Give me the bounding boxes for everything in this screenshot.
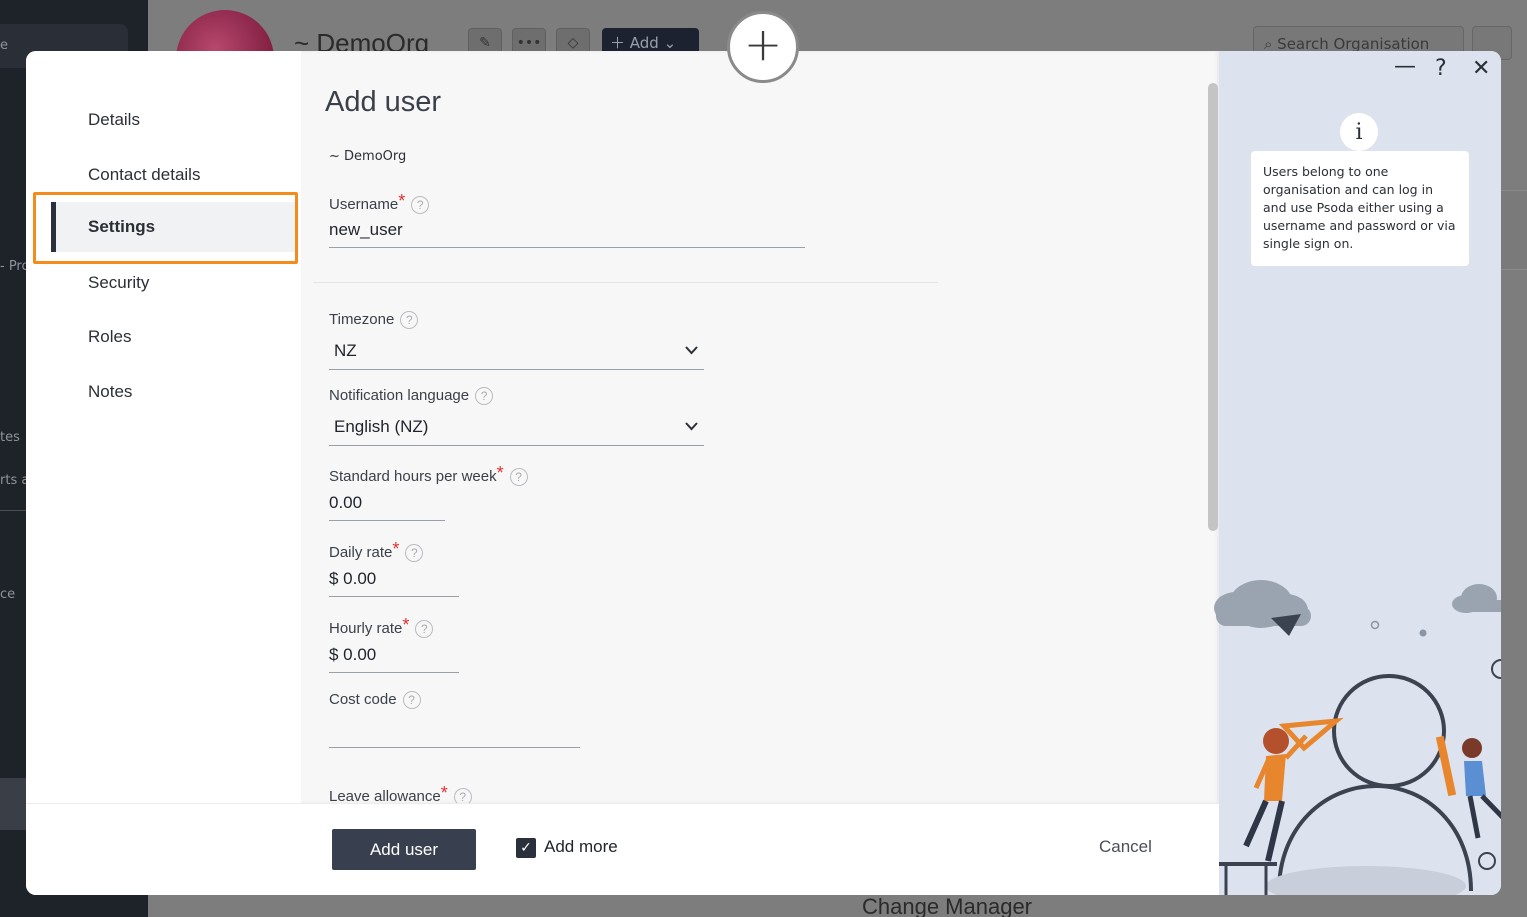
notification-language-label: Notification language? [329,387,494,405]
form-content [301,51,1219,803]
add-user-modal: Details Contact details Settings Securit… [26,51,1501,895]
nav-item-security[interactable]: Security [88,273,149,293]
daily-rate-label: Daily rate*? [329,539,424,562]
cost-code-label: Cost code? [329,691,421,709]
help-button[interactable]: ? [1435,56,1447,81]
nav-item-settings[interactable]: Settings [51,202,295,252]
hourly-rate-input[interactable]: $ 0.00 [329,645,376,665]
notification-language-underline [329,445,704,446]
hourly-rate-underline [329,672,459,673]
close-icon[interactable]: ✕ [1472,56,1490,81]
standard-hours-input[interactable]: 0.00 [329,493,362,513]
chevron-down-icon [685,422,698,431]
daily-rate-input[interactable]: $ 0.00 [329,569,376,589]
page-title: Add user [325,86,442,118]
hourly-rate-label: Hourly rate*? [329,615,434,638]
background-sidebar-text: tes [0,430,20,445]
background-sidebar-text: ce [0,587,16,602]
section-divider [313,282,938,283]
team-illustration [1214,580,1501,895]
timezone-select[interactable]: NZ [334,341,357,361]
minimize-icon[interactable]: — [1394,54,1416,79]
content-scrollbar[interactable] [1208,83,1218,531]
add-user-button[interactable]: Add user [332,829,476,870]
help-icon[interactable]: ? [411,196,430,214]
background-sidebar-text: rts a [0,473,30,488]
timezone-label: Timezone? [329,311,419,329]
info-tip: Users belong to one organisation and can… [1251,151,1469,266]
nav-item-roles[interactable]: Roles [88,327,131,347]
add-more-checkbox[interactable]: ✓ [516,838,536,858]
modal-nav: Details Contact details Settings Securit… [26,51,301,803]
timezone-underline [329,369,704,370]
help-icon[interactable]: ? [509,468,528,486]
help-icon[interactable]: ? [415,620,434,638]
cancel-button[interactable]: Cancel [1099,837,1152,857]
org-name: ~ DemoOrg [329,149,407,164]
nav-item-settings-label: Settings [88,217,156,236]
required-mark: * [496,463,504,483]
required-mark: * [402,615,410,635]
notification-language-select[interactable]: English (NZ) [334,417,428,437]
required-mark: * [398,191,406,211]
username-input[interactable]: new_user [329,220,403,240]
username-label: Username*? [329,191,430,214]
required-mark: * [440,783,448,803]
info-icon: i [1340,113,1378,151]
modal-footer [26,803,1219,895]
nav-item-details[interactable]: Details [88,110,140,130]
help-icon[interactable]: ? [402,691,421,709]
add-circle-icon[interactable]: + [727,11,799,83]
add-more-label[interactable]: Add more [544,837,618,857]
daily-rate-underline [329,596,459,597]
required-mark: * [392,539,400,559]
nav-item-notes[interactable]: Notes [88,382,132,402]
background-sidebar-text: e [0,38,8,53]
background-panel [1501,190,1527,270]
standard-hours-underline [329,520,445,521]
help-icon[interactable]: ? [405,544,424,562]
cost-code-underline [329,747,580,748]
chevron-down-icon [685,346,698,355]
username-underline [329,247,805,248]
standard-hours-label: Standard hours per week*? [329,463,528,486]
nav-item-contact-details[interactable]: Contact details [88,165,200,185]
help-icon[interactable]: ? [400,311,419,329]
help-icon[interactable]: ? [475,387,494,405]
background-bottom-text: Change Manager [862,894,1033,917]
